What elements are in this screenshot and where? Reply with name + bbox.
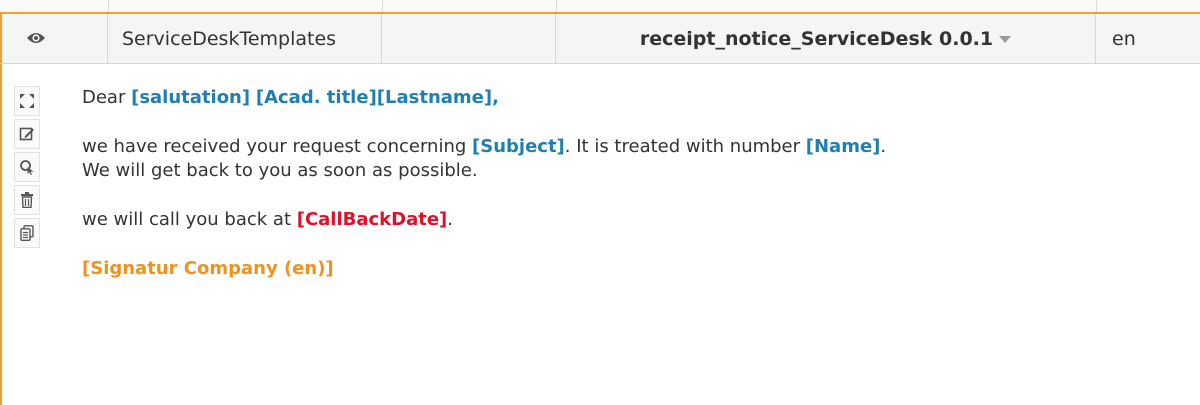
- caret-down-icon[interactable]: [999, 36, 1012, 43]
- expand-icon: [19, 93, 35, 109]
- template-header-row[interactable]: ServiceDeskTemplates receipt_notice_Serv…: [0, 14, 1200, 64]
- template-name[interactable]: receipt_notice_ServiceDesk 0.0.1: [640, 28, 993, 50]
- visibility-toggle[interactable]: [0, 14, 108, 63]
- callback-suffix: .: [447, 209, 454, 230]
- edit-button[interactable]: [14, 119, 40, 149]
- template-select[interactable]: receipt_notice_ServiceDesk 0.0.1: [556, 14, 1096, 63]
- template-group-cell[interactable]: ServiceDeskTemplates: [108, 14, 382, 63]
- lastname-placeholder[interactable]: [Lastname]: [377, 87, 492, 108]
- callback-date-placeholder[interactable]: [CallBackDate]: [297, 209, 448, 230]
- letter-content[interactable]: Dear [salutation] [Acad. title][Lastname…: [82, 86, 1182, 281]
- trash-icon: [20, 192, 34, 208]
- callback-prefix: we will call you back at: [82, 209, 297, 230]
- column-divider: [108, 0, 109, 12]
- greeting-suffix: ,: [492, 87, 499, 108]
- follow-up-line: We will get back to you as soon as possi…: [82, 160, 478, 181]
- side-toolbar: [14, 86, 42, 251]
- subject-placeholder[interactable]: [Subject]: [472, 136, 565, 157]
- salutation-placeholder[interactable]: [salutation]: [131, 87, 250, 108]
- column-divider: [556, 0, 557, 12]
- greeting-prefix: Dear: [82, 87, 132, 108]
- greeting-line: Dear [salutation] [Acad. title][Lastname…: [82, 86, 1182, 110]
- template-editor-frame: ServiceDeskTemplates receipt_notice_Serv…: [0, 0, 1200, 405]
- copy-icon: [20, 225, 34, 241]
- expand-button[interactable]: [14, 86, 40, 116]
- request-line: we have received your request concerning…: [82, 135, 1182, 159]
- delete-button[interactable]: [14, 185, 40, 215]
- search-select-icon: [19, 159, 35, 175]
- empty-cell: [382, 14, 556, 63]
- request-suffix: .: [880, 136, 887, 157]
- signature-placeholder[interactable]: [Signatur Company (en)]: [82, 258, 334, 279]
- search-select-button[interactable]: [14, 152, 40, 182]
- column-divider: [382, 0, 383, 12]
- callback-line: we will call you back at [CallBackDate].: [82, 208, 1182, 232]
- template-body: Dear [salutation] [Acad. title][Lastname…: [0, 64, 1200, 405]
- column-divider: [1096, 0, 1097, 12]
- request-prefix: we have received your request concerning: [82, 136, 473, 157]
- copy-button[interactable]: [14, 218, 40, 248]
- request-mid: . It is treated with number: [564, 136, 806, 157]
- name-placeholder[interactable]: [Name]: [806, 136, 881, 157]
- acad-title-placeholder[interactable]: [Acad. title]: [256, 87, 377, 108]
- eye-icon[interactable]: [26, 28, 46, 50]
- language-cell[interactable]: en: [1096, 14, 1200, 63]
- edit-icon: [19, 126, 35, 142]
- previous-row-strip: [0, 0, 1200, 14]
- signature-line: [Signatur Company (en)]: [82, 257, 1182, 281]
